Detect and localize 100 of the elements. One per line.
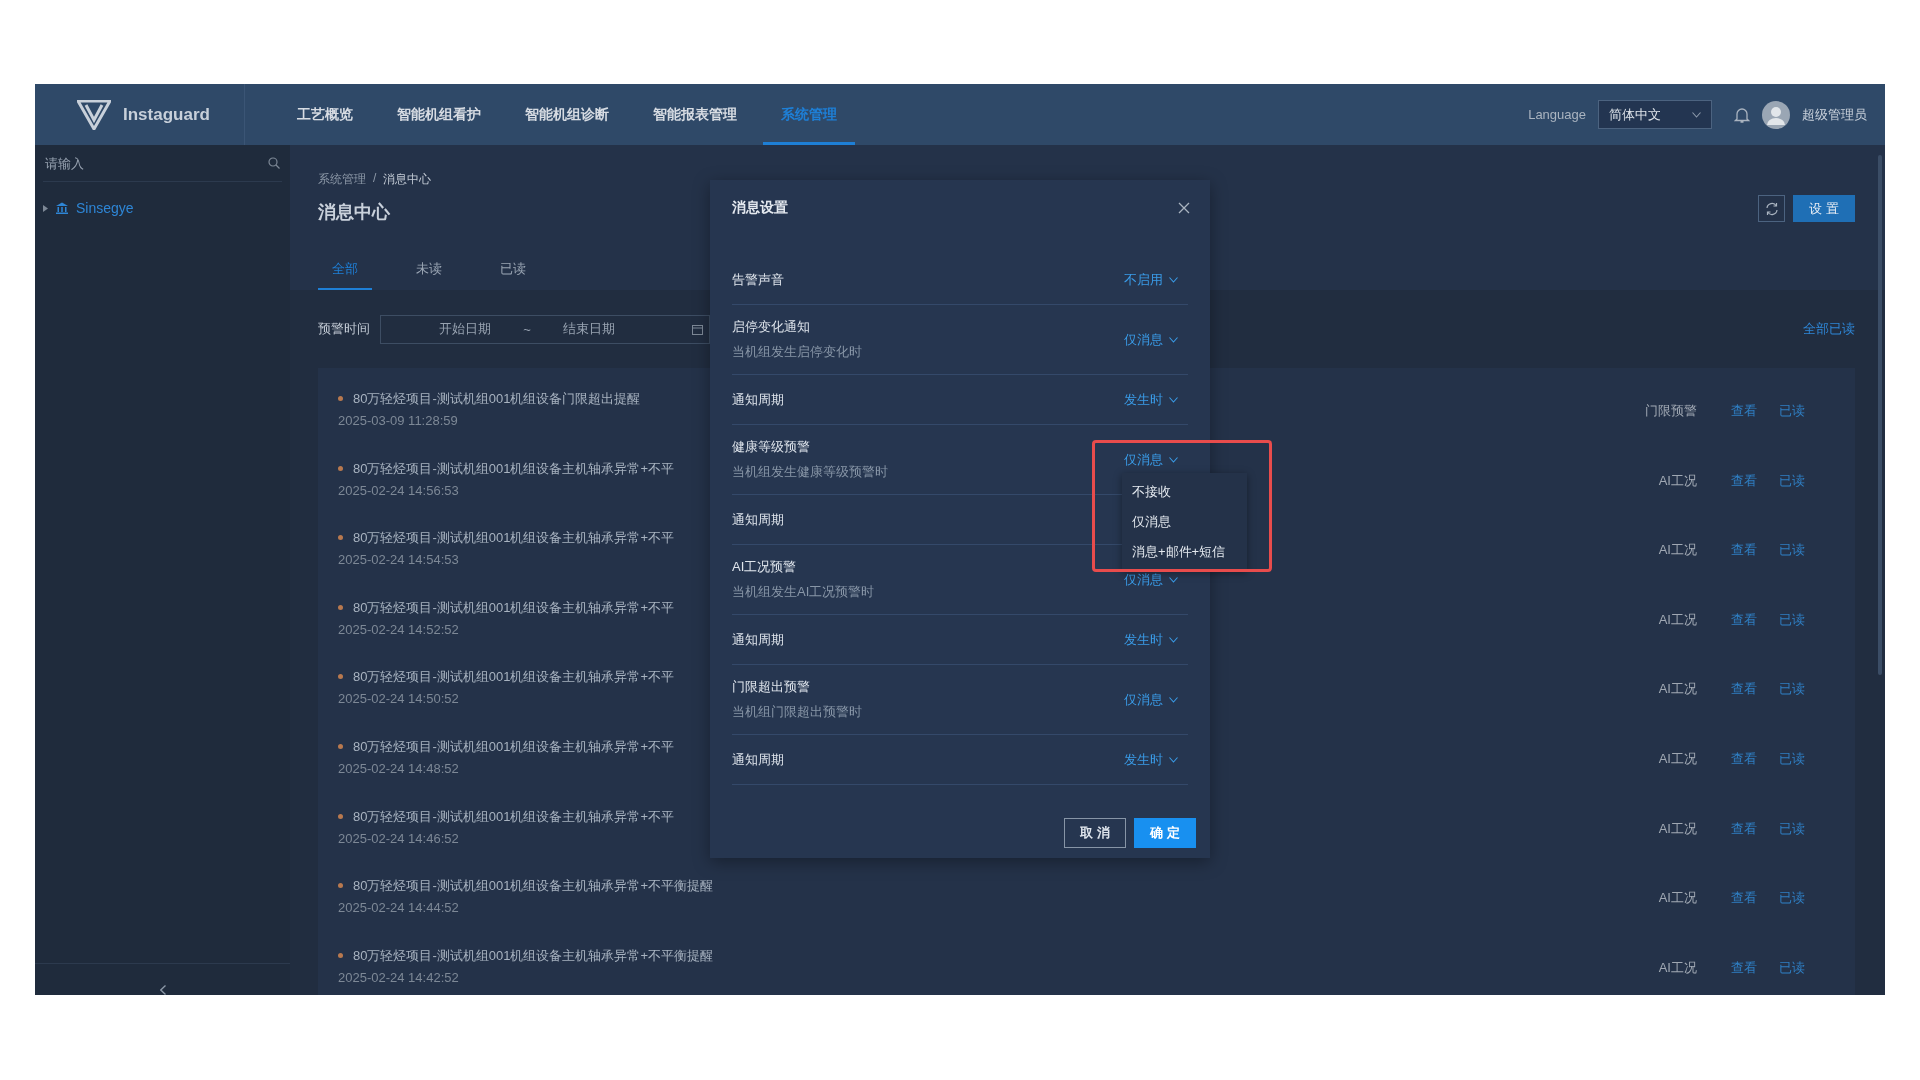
chevron-down-icon — [1169, 336, 1178, 343]
action-link[interactable]: 查看 — [1731, 807, 1755, 838]
setting-label: 通知周期 — [732, 630, 784, 649]
dropdown-option[interactable]: 消息+邮件+短信 — [1122, 537, 1247, 567]
action-link[interactable]: 已读 — [1779, 459, 1803, 490]
scrollbar[interactable] — [1878, 155, 1882, 675]
caret-icon[interactable] — [43, 204, 48, 212]
setting-select[interactable]: 发生时 — [1124, 630, 1178, 649]
action-link[interactable]: 查看 — [1731, 668, 1755, 699]
message-time: 2025-02-24 14:44:52 — [338, 900, 460, 916]
breadcrumb-item: 消息中心 — [383, 171, 432, 188]
breadcrumb-item[interactable]: 系统管理 — [318, 171, 366, 188]
message-time: 2025-02-24 14:52:52 — [338, 621, 460, 637]
dropdown-option[interactable]: 仅消息 — [1122, 507, 1247, 537]
action-link[interactable]: 查看 — [1731, 737, 1755, 768]
setting-select[interactable]: 仅消息 — [1124, 450, 1178, 469]
action-link[interactable]: 已读 — [1779, 737, 1803, 768]
message-type: 门限预警 — [1644, 402, 1697, 420]
message-time: 2025-02-24 14:56:53 — [338, 482, 460, 498]
message-title[interactable]: 80万轻烃项目-测试机组001机组设备门限超出提醒 — [353, 390, 641, 408]
bullet-dot-icon — [338, 465, 343, 471]
setting-description: 当机组发生启停变化时 — [732, 343, 862, 361]
action-link[interactable]: 已读 — [1779, 390, 1803, 420]
tree-item[interactable]: Sinsegye — [76, 200, 134, 216]
message-title[interactable]: 80万轻烃项目-测试机组001机组设备主机轴承异常+不平衡提醒 — [353, 877, 714, 896]
action-link[interactable]: 已读 — [1779, 807, 1803, 838]
action-link[interactable]: 已读 — [1779, 529, 1803, 560]
triangle-logo-icon — [77, 99, 111, 130]
action-link[interactable]: 已读 — [1779, 598, 1803, 629]
action-link[interactable]: 查看 — [1731, 598, 1755, 629]
message-type: AI工况 — [1657, 610, 1697, 629]
calendar-icon — [692, 323, 703, 335]
setting-select[interactable]: 仅消息 — [1124, 570, 1178, 589]
confirm-button[interactable]: 确 定 — [1134, 818, 1196, 848]
message-type: AI工况 — [1657, 749, 1697, 768]
search-field[interactable]: 请输入 — [45, 155, 245, 171]
action-link[interactable]: 已读 — [1779, 946, 1803, 977]
action-link[interactable]: 查看 — [1731, 877, 1755, 908]
setting-select[interactable]: 发生时 — [1124, 750, 1178, 769]
refresh-button[interactable] — [1758, 195, 1785, 222]
action-link[interactable]: 查看 — [1731, 459, 1755, 490]
avatar-icon — [1762, 100, 1790, 129]
date-range-field[interactable]: 开始日期 ~ 结束日期 — [380, 314, 710, 344]
chevron-down-icon — [1169, 696, 1178, 703]
search-icon — [268, 157, 280, 169]
setting-select[interactable]: 发生时 — [1124, 390, 1178, 409]
setting-label: 通知周期 — [732, 510, 784, 529]
action-link[interactable]: 查看 — [1731, 946, 1755, 977]
bullet-dot-icon — [338, 674, 343, 680]
mark-all-read-link[interactable]: 全部已读 — [1803, 320, 1855, 338]
breadcrumb-separator: / — [373, 171, 377, 187]
language-label: Language — [1528, 107, 1586, 122]
message-time: 2025-02-24 14:42:52 — [338, 969, 460, 985]
filter-tab[interactable]: 全部 — [318, 254, 372, 290]
nav-tab[interactable]: 工艺概览 — [279, 84, 371, 145]
message-title[interactable]: 80万轻烃项目-测试机组001机组设备主机轴承异常+不平衡提醒 — [353, 946, 714, 965]
collapse-chevron-icon[interactable] — [159, 985, 166, 995]
chevron-down-icon — [1169, 456, 1178, 463]
chevron-down-icon — [1169, 756, 1178, 763]
message-title[interactable]: 80万轻烃项目-测试机组001机组设备主机轴承异常+不平 — [353, 459, 675, 478]
filter-tab[interactable]: 已读 — [486, 254, 540, 290]
bullet-dot-icon — [338, 813, 343, 819]
filter-tab[interactable]: 未读 — [402, 254, 456, 290]
message-title[interactable]: 80万轻烃项目-测试机组001机组设备主机轴承异常+不平 — [353, 737, 675, 756]
action-link[interactable]: 查看 — [1731, 529, 1755, 560]
message-title[interactable]: 80万轻烃项目-测试机组001机组设备主机轴承异常+不平 — [353, 529, 675, 548]
message-type: AI工况 — [1657, 889, 1697, 908]
setting-label: 健康等级预警 — [732, 438, 811, 456]
dropdown-option[interactable]: 不接收 — [1122, 477, 1247, 507]
user-name[interactable]: 超级管理员 — [1802, 105, 1867, 124]
setting-select[interactable]: 不启用 — [1124, 270, 1178, 289]
setting-select[interactable]: 仅消息 — [1124, 330, 1178, 349]
action-link[interactable]: 已读 — [1779, 668, 1803, 699]
bullet-dot-icon — [338, 883, 343, 889]
filter-label: 预警时间 — [318, 320, 370, 338]
close-icon[interactable] — [1178, 202, 1190, 214]
nav-tab[interactable]: 智能机组诊断 — [507, 84, 627, 145]
message-title[interactable]: 80万轻烃项目-测试机组001机组设备主机轴承异常+不平 — [353, 598, 675, 617]
cancel-button[interactable]: 取 消 — [1064, 818, 1126, 848]
message-time: 2025-02-24 14:50:52 — [338, 691, 460, 707]
chevron-down-icon — [1169, 276, 1178, 283]
message-time: 2025-02-24 14:54:53 — [338, 552, 460, 568]
chevron-down-icon — [1169, 396, 1178, 403]
message-title[interactable]: 80万轻烃项目-测试机组001机组设备主机轴承异常+不平 — [353, 807, 675, 826]
settings-button[interactable]: 设 置 — [1793, 195, 1855, 222]
message-title[interactable]: 80万轻烃项目-测试机组001机组设备主机轴承异常+不平 — [353, 668, 675, 687]
setting-label: 启停变化通知 — [732, 318, 811, 336]
page-title: 消息中心 — [318, 201, 390, 224]
nav-tab[interactable]: 智能机组看护 — [379, 84, 499, 145]
setting-label: AI工况预警 — [732, 558, 798, 576]
nav-tab[interactable]: 智能报表管理 — [635, 84, 755, 145]
action-link[interactable]: 已读 — [1779, 877, 1803, 908]
language-select[interactable]: 简体中文 — [1598, 100, 1712, 129]
setting-select[interactable]: 仅消息 — [1124, 690, 1178, 709]
action-link[interactable]: 查看 — [1731, 390, 1755, 420]
chevron-down-icon — [1692, 111, 1701, 118]
message-type: AI工况 — [1657, 958, 1697, 977]
setting-label: 通知周期 — [732, 390, 784, 409]
dialog-title: 消息设置 — [732, 199, 788, 217]
bell-icon[interactable] — [1734, 105, 1750, 124]
